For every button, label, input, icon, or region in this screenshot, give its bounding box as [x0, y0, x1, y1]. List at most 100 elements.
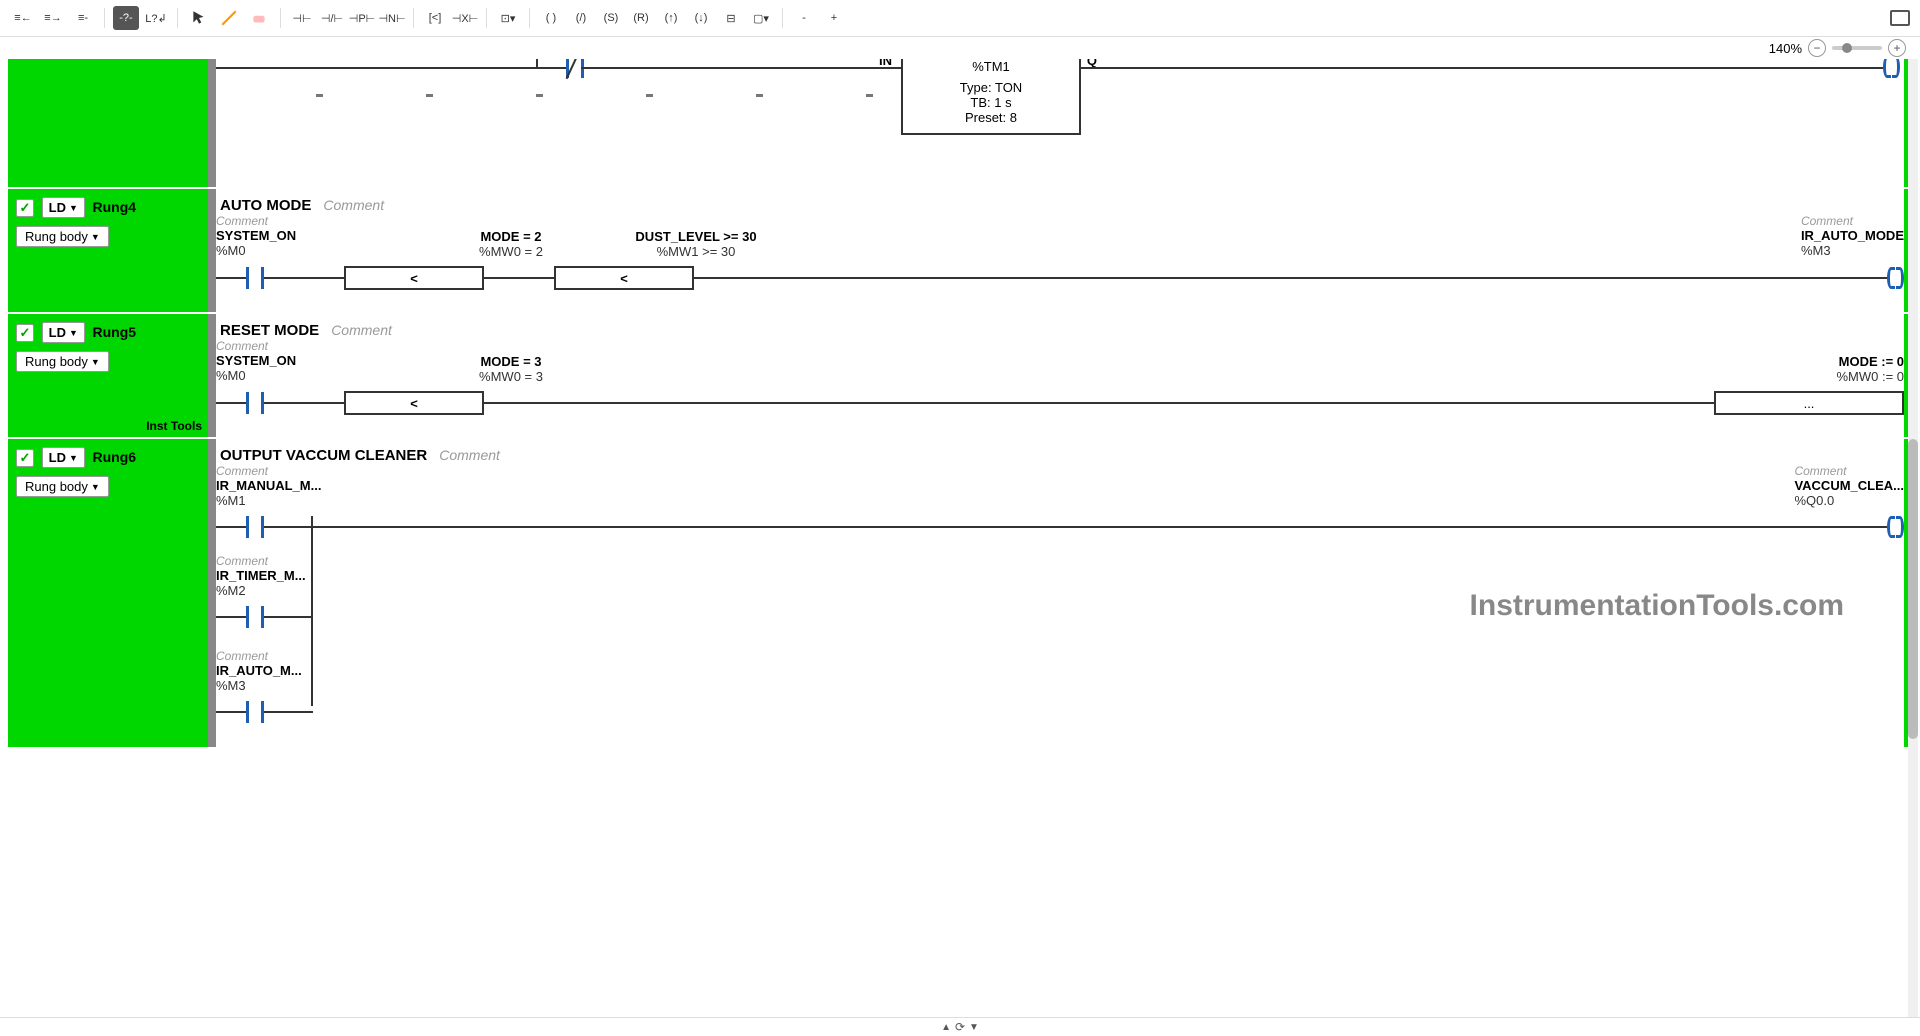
operate-block-icon[interactable]: ⊟ [718, 6, 744, 30]
wire [216, 67, 536, 69]
rung-body-dropdown[interactable]: Rung body [16, 351, 109, 372]
rung-title[interactable]: AUTO MODE [216, 197, 311, 214]
rung-sidebar: ✓ LD Rung6 Rung body [8, 439, 208, 747]
minus-icon[interactable]: - [791, 6, 817, 30]
lang-dropdown[interactable]: LD [42, 322, 85, 343]
eraser-icon[interactable] [246, 6, 272, 30]
zoom-out-icon[interactable]: − [1808, 39, 1826, 57]
scrollbar-thumb[interactable] [1908, 439, 1918, 739]
dropdown-icon[interactable]: ▼ [969, 1022, 979, 1033]
coil[interactable] [1887, 267, 1904, 289]
falling-contact-icon[interactable]: ⊣N⊢ [379, 6, 405, 30]
rung-content: IN Q %TM1 Type: TON TB: 1 s Preset: 8 [216, 59, 1904, 187]
nc-contact[interactable] [566, 59, 584, 81]
grid-dot [646, 94, 653, 97]
rising-contact-icon[interactable]: ⊣P⊢ [349, 6, 375, 30]
separator [413, 8, 414, 28]
rung-title[interactable]: OUTPUT VACCUM CLEANER [216, 447, 427, 464]
timer-type-label: Type: [960, 80, 992, 95]
coil[interactable] [1887, 516, 1904, 538]
toolbar: ≡← ≡→ ≡- -?- L?↲ ⊣⊢ ⊣/⊢ ⊣P⊢ ⊣N⊢ [<] ⊣X⊢ … [0, 0, 1920, 37]
coil[interactable] [1883, 59, 1900, 81]
coil-labels: Comment VACCUM_CLEA... %Q0.0 [1794, 464, 1904, 508]
compare-labels: MODE = 2 %MW0 = 2 [466, 229, 556, 259]
collapse-up-icon[interactable]: ▲ [941, 1022, 951, 1033]
rung-comment[interactable]: Comment [439, 447, 500, 463]
rung-row: ✓ LD Rung5 Rung body Inst Tools RESET MO… [8, 314, 1912, 439]
no-contact[interactable] [246, 516, 264, 538]
rung-body-dropdown[interactable]: Rung body [16, 226, 109, 247]
grid-dot [756, 94, 763, 97]
contact-element[interactable]: Comment IR_TIMER_M... %M2 [216, 554, 306, 598]
wire [216, 402, 246, 404]
wire [216, 616, 246, 618]
insert-rung-before-icon[interactable]: ≡← [10, 6, 36, 30]
no-contact-icon[interactable]: ⊣⊢ [289, 6, 315, 30]
lang-dropdown[interactable]: LD [42, 447, 85, 468]
wire [216, 711, 246, 713]
separator [782, 8, 783, 28]
grid-dot [536, 94, 543, 97]
pointer-icon[interactable] [186, 6, 212, 30]
rung-comment[interactable]: Comment [331, 322, 392, 338]
no-contact[interactable] [246, 606, 264, 628]
separator [529, 8, 530, 28]
compare-block[interactable]: < [344, 266, 484, 290]
wire [694, 277, 1887, 279]
rung-name: Rung4 [93, 199, 137, 215]
vertical-scrollbar[interactable] [1908, 59, 1918, 1017]
neg-coil-icon[interactable]: (/) [568, 6, 594, 30]
rung-title[interactable]: RESET MODE [216, 322, 319, 339]
expand-icon[interactable] [1890, 10, 1910, 26]
timer-preset-value: 8 [1010, 110, 1017, 125]
timer-block[interactable]: IN Q %TM1 Type: TON TB: 1 s Preset: 8 [901, 59, 1081, 135]
left-rail [208, 59, 216, 187]
contact-element[interactable]: Comment IR_MANUAL_M... %M1 [216, 464, 321, 508]
rung-comment[interactable]: Comment [323, 197, 384, 213]
function-block-icon[interactable]: ⊡▾ [495, 6, 521, 30]
reset-coil-icon[interactable]: (R) [628, 6, 654, 30]
contact-element[interactable]: Comment IR_AUTO_M... %M3 [216, 649, 302, 693]
lang-dropdown[interactable]: LD [42, 197, 85, 218]
rung-check[interactable]: ✓ [16, 449, 34, 467]
separator [104, 8, 105, 28]
operate-block[interactable]: ... [1714, 391, 1904, 415]
rung-check[interactable]: ✓ [16, 324, 34, 342]
compare-block[interactable]: < [344, 391, 484, 415]
rung-body-dropdown[interactable]: Rung body [16, 476, 109, 497]
delete-rung-icon[interactable]: ≡- [70, 6, 96, 30]
contact-element[interactable]: Comment SYSTEM_ON %M0 [216, 214, 296, 258]
compare-block[interactable]: < [554, 266, 694, 290]
xor-contact-icon[interactable]: ⊣X⊢ [452, 6, 478, 30]
zoom-in-icon[interactable]: + [1888, 39, 1906, 57]
falling-coil-icon[interactable]: (↓) [688, 6, 714, 30]
nc-contact-icon[interactable]: ⊣/⊢ [319, 6, 345, 30]
draw-wire-icon[interactable] [216, 6, 242, 30]
compare-block-icon[interactable]: [<] [422, 6, 448, 30]
insert-rung-after-icon[interactable]: ≡→ [40, 6, 66, 30]
rung-check[interactable]: ✓ [16, 199, 34, 217]
coil-icon[interactable]: ( ) [538, 6, 564, 30]
comment-mode-icon[interactable]: -?- [113, 6, 139, 30]
no-contact[interactable] [246, 392, 264, 414]
rung-row: ✓ LD Rung4 Rung body AUTO MODE Comment C… [8, 189, 1912, 314]
no-contact[interactable] [246, 701, 264, 723]
rising-coil-icon[interactable]: (↑) [658, 6, 684, 30]
set-coil-icon[interactable]: (S) [598, 6, 624, 30]
left-rail [208, 189, 216, 312]
rung-sidebar: ✓ LD Rung5 Rung body Inst Tools [8, 314, 208, 437]
contact-element[interactable]: Comment SYSTEM_ON %M0 [216, 339, 296, 383]
rung-name: Rung5 [93, 324, 137, 340]
branch-mode-icon[interactable]: L?↲ [143, 6, 169, 30]
wire [216, 277, 246, 279]
wire [536, 67, 566, 69]
timer-preset-label: Preset: [965, 110, 1006, 125]
wire [1081, 67, 1884, 69]
zoom-slider[interactable] [1832, 46, 1882, 50]
separator [486, 8, 487, 28]
plus-icon[interactable]: + [821, 6, 847, 30]
jump-icon[interactable]: ▢▾ [748, 6, 774, 30]
wire [484, 277, 554, 279]
refresh-icon[interactable]: ⟳ [955, 1020, 965, 1034]
no-contact[interactable] [246, 267, 264, 289]
